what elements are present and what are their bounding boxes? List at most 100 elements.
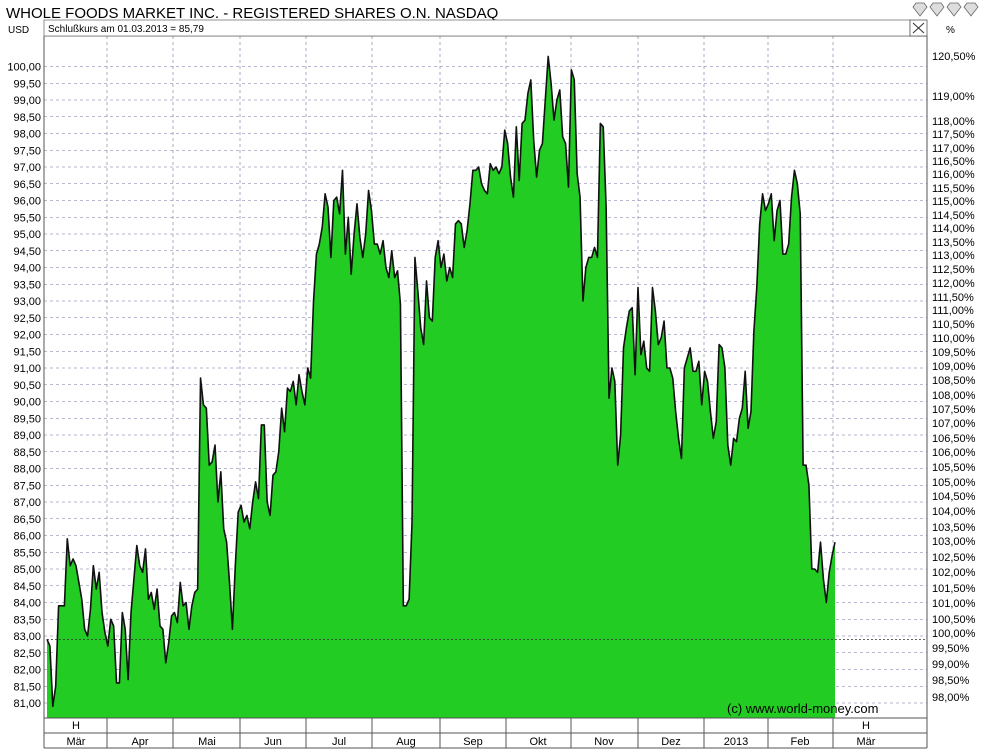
pct-tick-label: 105,50% [932, 462, 976, 474]
pct-tick-label: 102,50% [932, 552, 976, 564]
y-tick-label: 99,00 [13, 95, 41, 107]
x-month-label: Okt [529, 736, 546, 748]
x-month-label: 2013 [724, 736, 748, 748]
pct-tick-label: 112,50% [932, 264, 975, 276]
y-tick-label: 97,00 [13, 162, 41, 174]
stock-chart: WHOLE FOODS MARKET INC. - REGISTERED SHA… [6, 2, 979, 749]
y-tick-label: 95,00 [13, 229, 41, 241]
y-tick-label: 95,50 [13, 212, 41, 224]
pct-tick-label: 119,00% [932, 91, 975, 103]
chart-subtitle: Schlußkurs am 01.03.2013 = 85,79 [48, 24, 204, 35]
y-tick-label: 92,50 [13, 313, 41, 325]
y-tick-label: 87,50 [13, 480, 41, 492]
pct-tick-label: 103,00% [932, 536, 976, 548]
y-tick-label: 99,50 [13, 78, 41, 90]
logo-icon [912, 2, 979, 17]
pct-tick-label: 109,50% [932, 347, 976, 359]
y-tick-label: 90,00 [13, 397, 41, 409]
y-tick-label: 83,50 [13, 614, 41, 626]
x-month-label: Sep [463, 736, 483, 748]
x-marker-label: H [862, 720, 870, 732]
pct-tick-label: 103,50% [932, 522, 976, 534]
x-month-label: Mai [198, 736, 216, 748]
y-tick-label: 84,50 [13, 581, 41, 593]
y-tick-label: 100,00 [7, 62, 41, 74]
x-month-label: Feb [791, 736, 810, 748]
pct-tick-label: 112,00% [932, 278, 975, 290]
x-month-label: Jun [264, 736, 282, 748]
y-tick-label: 98,50 [13, 112, 41, 124]
y-tick-label: 86,50 [13, 514, 41, 526]
y-tick-label: 81,00 [13, 698, 41, 710]
pct-tick-label: 99,50% [932, 643, 970, 655]
pct-tick-label: 115,00% [932, 196, 975, 208]
y-tick-label: 94,50 [13, 246, 41, 258]
y-tick-label: 89,00 [13, 430, 41, 442]
y-tick-label: 87,00 [13, 497, 41, 509]
pct-tick-label: 98,50% [932, 675, 970, 687]
y-tick-label: 90,50 [13, 380, 41, 392]
pct-tick-label: 108,50% [932, 375, 976, 387]
chart-title: WHOLE FOODS MARKET INC. - REGISTERED SHA… [6, 5, 498, 22]
pct-tick-label: 111,50% [932, 292, 974, 304]
pct-tick-label: 116,50% [932, 156, 975, 168]
y-tick-label: 82,50 [13, 648, 41, 660]
currency-label: USD [8, 25, 29, 36]
pct-tick-label: 109,00% [932, 361, 976, 373]
pct-tick-label: 120,50% [932, 51, 976, 63]
x-marker-label: H [72, 720, 80, 732]
pct-tick-label: 107,50% [932, 404, 976, 416]
x-month-label: Nov [594, 736, 614, 748]
pct-tick-label: 99,00% [932, 659, 970, 671]
y-tick-label: 86,00 [13, 531, 41, 543]
y-tick-label: 88,50 [13, 447, 41, 459]
x-month-label: Jul [332, 736, 346, 748]
y-tick-label: 85,00 [13, 564, 41, 576]
pct-tick-label: 113,50% [932, 237, 975, 249]
pct-tick-label: 100,50% [932, 614, 976, 626]
pct-tick-label: 107,00% [932, 418, 976, 430]
y-tick-label: 85,50 [13, 547, 41, 559]
pct-tick-label: 115,50% [932, 183, 975, 195]
y-tick-label: 96,00 [13, 196, 41, 208]
y-tick-label: 92,00 [13, 330, 41, 342]
percent-label: % [946, 25, 955, 36]
pct-tick-label: 108,00% [932, 390, 976, 402]
x-month-label: Mär [67, 736, 86, 748]
y-tick-label: 93,50 [13, 279, 41, 291]
pct-tick-label: 113,00% [932, 250, 975, 262]
y-tick-label: 97,50 [13, 145, 41, 157]
y-tick-label: 88,00 [13, 464, 41, 476]
pct-tick-label: 101,50% [932, 583, 976, 595]
y-tick-label: 94,00 [13, 263, 41, 275]
pct-tick-label: 110,50% [932, 319, 975, 331]
close-icon[interactable] [909, 19, 928, 37]
y-tick-label: 93,00 [13, 296, 41, 308]
pct-tick-label: 118,00% [932, 116, 975, 128]
y-tick-label: 91,00 [13, 363, 41, 375]
y-tick-label: 83,00 [13, 631, 41, 643]
y-tick-label: 96,50 [13, 179, 41, 191]
pct-tick-label: 100,00% [932, 628, 976, 640]
x-month-label: Dez [661, 736, 681, 748]
pct-tick-label: 102,00% [932, 567, 976, 579]
x-month-label: Mär [857, 736, 876, 748]
pct-tick-label: 106,00% [932, 447, 976, 459]
y-tick-label: 98,00 [13, 129, 41, 141]
pct-tick-label: 111,00% [932, 305, 974, 317]
x-month-label: Apr [131, 736, 148, 748]
y-tick-label: 82,00 [13, 665, 41, 677]
y-tick-label: 89,50 [13, 413, 41, 425]
pct-tick-label: 116,00% [932, 169, 975, 181]
y-tick-label: 84,00 [13, 598, 41, 610]
pct-tick-label: 101,00% [932, 598, 976, 610]
pct-tick-label: 98,00% [932, 692, 970, 704]
x-month-label: Aug [396, 736, 416, 748]
y-tick-label: 91,50 [13, 346, 41, 358]
pct-tick-label: 104,00% [932, 506, 976, 518]
pct-tick-label: 105,00% [932, 477, 976, 489]
y-tick-label: 81,50 [13, 681, 41, 693]
pct-tick-label: 117,50% [932, 129, 975, 141]
pct-tick-label: 117,00% [932, 143, 975, 155]
pct-tick-label: 114,00% [932, 223, 975, 235]
